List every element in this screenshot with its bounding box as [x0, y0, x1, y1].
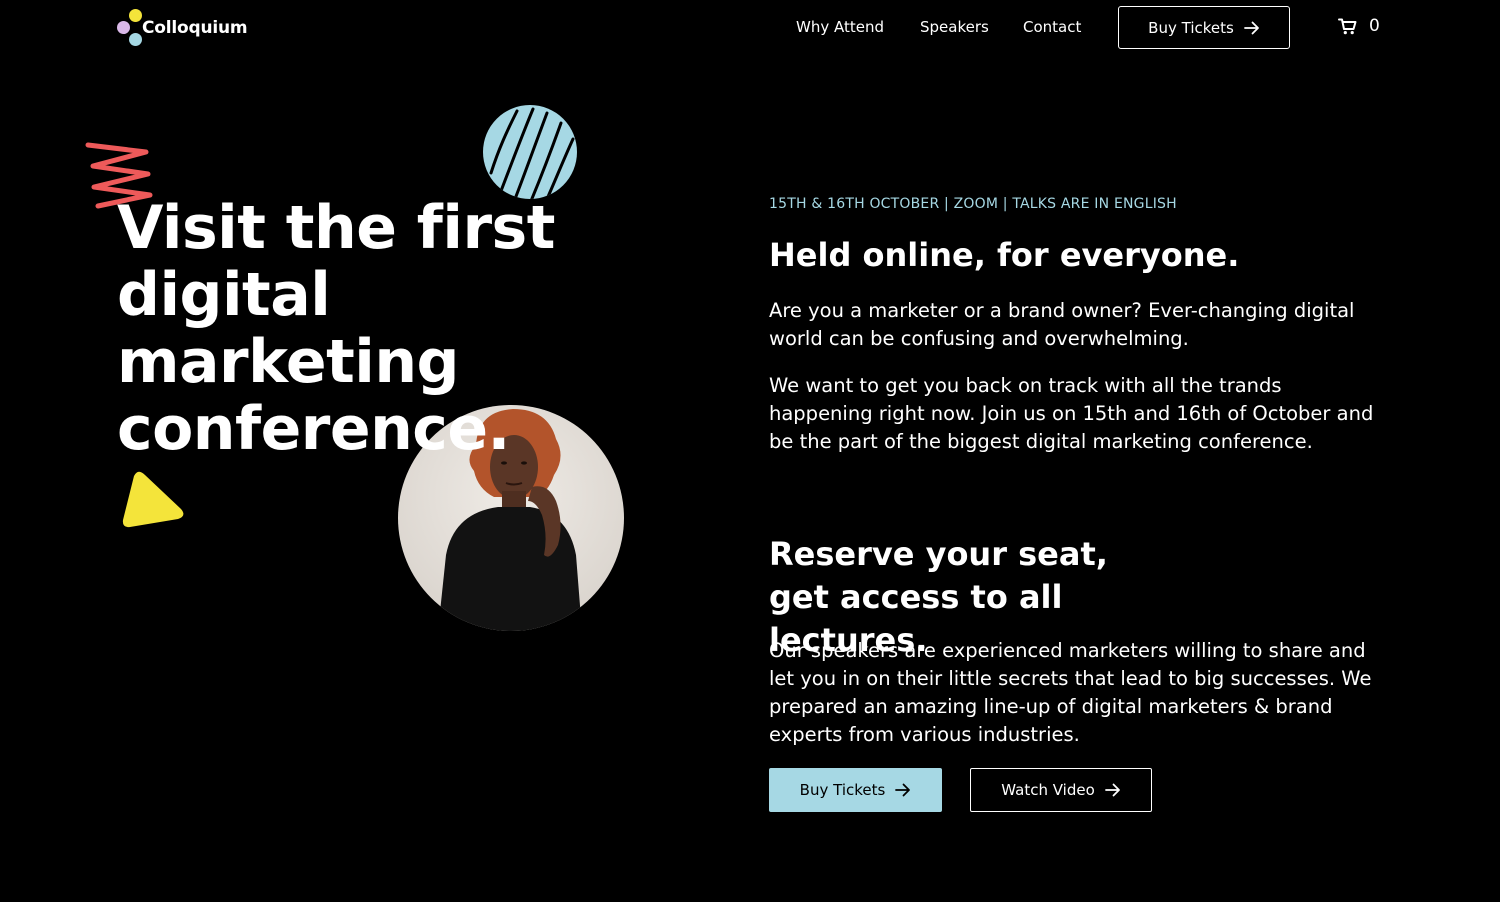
cart-count: 0: [1369, 16, 1380, 36]
watch-video-label: Watch Video: [1001, 781, 1095, 799]
nav-link-why-attend[interactable]: Why Attend: [796, 18, 884, 36]
logo-dot-blue: [129, 33, 142, 46]
nav-link-contact[interactable]: Contact: [1023, 18, 1081, 36]
nav-buy-tickets-label: Buy Tickets: [1148, 18, 1234, 37]
event-details-eyebrow: 15TH & 16TH OCTOBER | ZOOM | TALKS ARE I…: [769, 196, 1177, 212]
hero-title-line-3: conference.: [117, 394, 510, 464]
striped-circle-decoration: [483, 105, 577, 199]
online-heading: Held online, for everyone.: [769, 236, 1240, 274]
hero-title-line-1: Visit the first: [117, 193, 555, 263]
logo-dot-lilac: [117, 21, 130, 34]
logo[interactable]: Colloquium: [116, 9, 248, 47]
logo-text: Colloquium: [142, 18, 248, 38]
cart-icon: [1338, 18, 1357, 34]
intro-paragraph-1: Are you a marketer or a brand owner? Eve…: [769, 299, 1355, 350]
logo-dot-yellow: [129, 9, 142, 22]
arrow-right-icon: [1243, 21, 1259, 34]
page: Colloquium Why Attend Speakers Contact B…: [0, 0, 1500, 902]
nav-link-speakers[interactable]: Speakers: [920, 18, 989, 36]
nav-buy-tickets-button[interactable]: Buy Tickets: [1118, 6, 1290, 49]
speakers-paragraph: Our speakers are experienced marketers w…: [769, 639, 1372, 746]
logo-mark: [116, 9, 144, 47]
hero-title-line-2: digital marketing: [117, 260, 460, 397]
intro-paragraph-2: We want to get you back on track with al…: [769, 374, 1374, 453]
triangle-decoration: [122, 471, 184, 528]
buy-tickets-button[interactable]: Buy Tickets: [769, 768, 942, 812]
buy-tickets-label: Buy Tickets: [799, 781, 886, 799]
cart-button[interactable]: 0: [1338, 16, 1380, 36]
arrow-right-icon: [1104, 783, 1120, 797]
watch-video-button[interactable]: Watch Video: [970, 768, 1152, 812]
hero-title: Visit the first digital marketing confer…: [117, 195, 677, 463]
arrow-right-icon: [895, 783, 911, 797]
